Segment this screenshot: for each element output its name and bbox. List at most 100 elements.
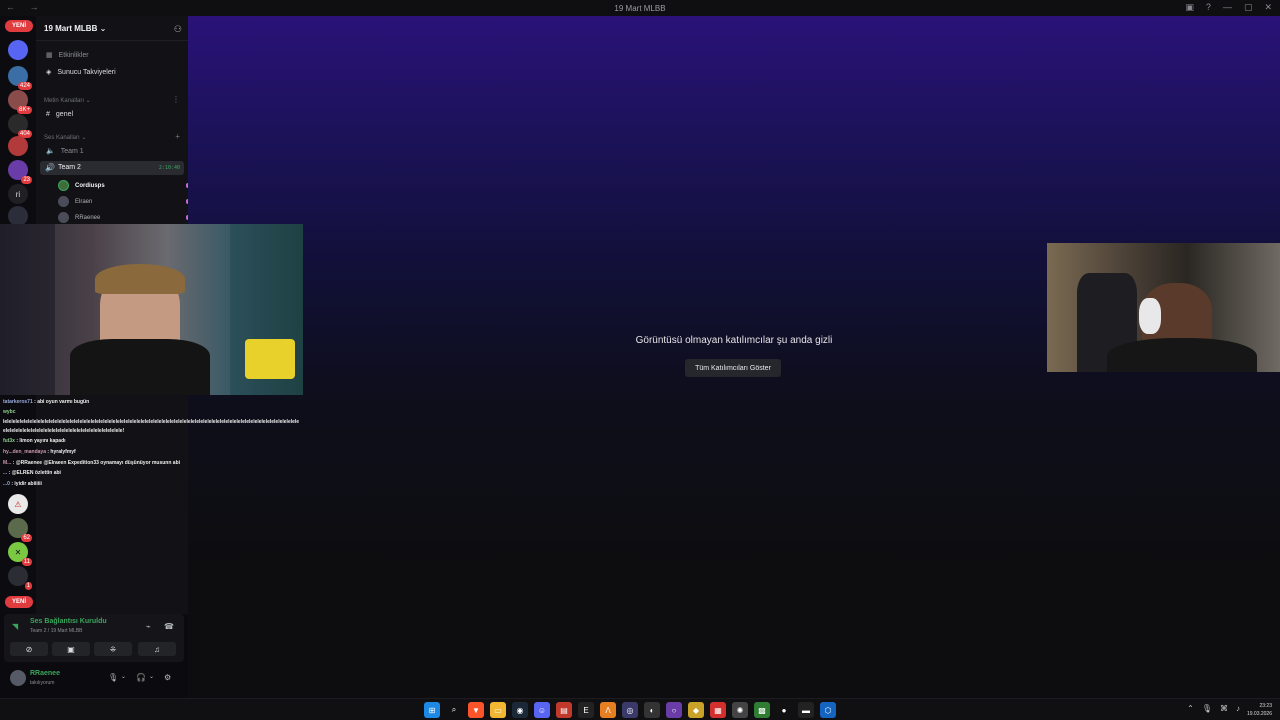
app-icon-2[interactable]: Λ xyxy=(600,702,616,718)
activities-icon: ⁜ xyxy=(109,644,117,654)
headphones-icon xyxy=(1139,298,1161,334)
voice-location: Team 2 / 19 Mart MLBB xyxy=(30,628,83,634)
window-titlebar: ← → 19 Mart MLBB ▣ ? — ▢ ✕ xyxy=(0,0,1280,16)
chat-message: ... : @ELREN özlettin abi xyxy=(3,470,61,476)
microphone-icon[interactable]: 🎙 xyxy=(108,673,118,682)
text-category[interactable]: Metin Kanalları ⌄ xyxy=(44,97,91,104)
avatar xyxy=(58,196,69,207)
invite-icon[interactable]: ⚇ xyxy=(174,24,182,35)
windows-taskbar: ⊞ ⌕ ▼ ▭ ◉ ☺ ▤ E Λ ◎ ◐ ○ ◆ ▦ ✺ ▩ ● ▬ ⬡ ⌃ … xyxy=(0,698,1280,720)
activities-button[interactable]: ⁜ xyxy=(94,642,132,656)
shelf-left xyxy=(0,224,55,395)
start-icon[interactable]: ⊞ xyxy=(424,702,440,718)
chat-message: elelelelelelelelelelelelelelelelelelelel… xyxy=(3,428,125,434)
settings-gear-icon[interactable]: ⚙ xyxy=(164,673,171,682)
system-tray: ⌃ 🎙 ⌘ ♪ xyxy=(1187,704,1240,713)
app-icon-1[interactable]: ▤ xyxy=(556,702,572,718)
voice-channel-team2[interactable]: 🔊 Team 2 2:10:40 xyxy=(40,161,184,175)
avatar[interactable] xyxy=(10,670,26,686)
app-icon-8[interactable]: ✺ xyxy=(732,702,748,718)
file-explorer-icon[interactable]: ▭ xyxy=(490,702,506,718)
app-icon-9[interactable]: ▩ xyxy=(754,702,770,718)
server-icon-2[interactable]: 424 xyxy=(8,66,32,90)
minimize-icon[interactable]: — xyxy=(1223,2,1232,13)
chevron-down-icon[interactable]: ⌄ xyxy=(149,673,154,680)
app-icon-12[interactable]: ⬡ xyxy=(820,702,836,718)
clock[interactable]: 23:23 19.03.2026 xyxy=(1247,702,1272,718)
new-badge: YENİ xyxy=(5,20,33,32)
voice-category[interactable]: Ses Kanalları ⌄ xyxy=(44,134,86,141)
calendar-icon: ▦ xyxy=(46,52,53,59)
username[interactable]: RRaenee xyxy=(30,670,60,677)
voice-status[interactable]: Ses Bağlantısı Kuruldu xyxy=(30,618,107,625)
streamer-hair xyxy=(95,264,185,294)
inbox-icon[interactable]: ▣ xyxy=(1185,2,1194,13)
signal-icon[interactable]: ◥ xyxy=(12,622,18,631)
app-icon-4[interactable]: ◐ xyxy=(644,702,660,718)
chevron-up-icon[interactable]: ⌃ xyxy=(1187,704,1194,713)
maximize-icon[interactable]: ▢ xyxy=(1244,2,1253,13)
user-status: takılıyorum xyxy=(30,680,55,686)
divider xyxy=(36,40,188,41)
streamer2-body xyxy=(1107,338,1257,372)
close-icon[interactable]: ✕ xyxy=(1264,2,1272,13)
app-icon-5[interactable]: ○ xyxy=(666,702,682,718)
search-icon[interactable]: ⌕ xyxy=(446,702,462,718)
app-icon-7[interactable]: ▦ xyxy=(710,702,726,718)
show-all-participants-button[interactable]: Tüm Katılımcıları Göster xyxy=(685,359,781,377)
channel-genel[interactable]: # genel xyxy=(46,111,73,118)
warning-server-icon[interactable]: ⚠ xyxy=(8,494,28,514)
network-icon[interactable]: ⌘ xyxy=(1220,704,1228,713)
server-icon-7[interactable] xyxy=(8,206,28,226)
server-icon-8[interactable]: 62 xyxy=(8,518,32,542)
chat-message: wybc xyxy=(3,409,16,415)
server-icon-5[interactable] xyxy=(8,136,28,156)
server-icon-10[interactable]: 1 xyxy=(8,566,32,590)
soundboard-icon: ♫ xyxy=(154,644,160,654)
add-text-channel-icon[interactable]: ⋮ xyxy=(172,95,180,104)
add-voice-channel-icon[interactable]: + xyxy=(175,132,180,141)
taskbar-apps: ⊞ ⌕ ▼ ▭ ◉ ☺ ▤ E Λ ◎ ◐ ○ ◆ ▦ ✺ ▩ ● ▬ ⬡ xyxy=(424,702,836,718)
epic-games-icon[interactable]: E xyxy=(578,702,594,718)
server-icon-1[interactable] xyxy=(8,40,28,60)
microphone-icon[interactable]: 🎙 xyxy=(1202,704,1212,713)
app-icon-6[interactable]: ◆ xyxy=(688,702,704,718)
headphones-icon[interactable]: 🎧 xyxy=(136,673,146,682)
avatar xyxy=(58,212,69,223)
camera-off-icon: ⊘ xyxy=(25,644,33,654)
brave-browser-icon[interactable]: ▼ xyxy=(468,702,484,718)
window-title: 19 Mart MLBB xyxy=(614,4,666,13)
yellow-device xyxy=(245,339,295,379)
app-icon-3[interactable]: ◎ xyxy=(622,702,638,718)
events-link[interactable]: ▦ Etkinlikler xyxy=(46,51,89,60)
server-name[interactable]: 19 Mart MLBB ⌄ xyxy=(44,24,106,33)
chevron-down-icon[interactable]: ⌄ xyxy=(121,673,126,680)
camera-toggle-button[interactable]: ⊘ xyxy=(10,642,48,656)
screen-share-button[interactable]: ▣ xyxy=(52,642,90,656)
help-icon[interactable]: ? xyxy=(1206,2,1211,13)
titlebar-icons: ▣ ? — ▢ ✕ xyxy=(1185,2,1272,13)
volume-icon[interactable]: ♪ xyxy=(1236,704,1240,713)
voice-channel-team1[interactable]: 🔈 Team 1 xyxy=(46,147,84,156)
chat-message: lelelelelelelelelelelelelelelelelelelele… xyxy=(3,419,300,425)
server-icon-6[interactable]: 23 xyxy=(8,160,32,184)
server-icon-9[interactable]: ✕ 11 xyxy=(8,542,32,566)
server-icon-4[interactable]: 404 xyxy=(8,114,32,138)
voice-connection-panel: ◥ Ses Bağlantısı Kuruldu Team 2 / 19 Mar… xyxy=(4,614,184,662)
boost-icon: ◈ xyxy=(46,69,52,76)
soundboard-button[interactable]: ♫ xyxy=(138,642,176,656)
steam-icon[interactable]: ◉ xyxy=(512,702,528,718)
app-icon-11[interactable]: ▬ xyxy=(798,702,814,718)
server-icon-ri[interactable]: ri xyxy=(8,184,28,204)
app-icon-10[interactable]: ● xyxy=(776,702,792,718)
voice-member[interactable]: Cordiusps xyxy=(58,180,192,191)
noise-suppression-icon[interactable]: ⌁ xyxy=(146,622,151,631)
discord-icon[interactable]: ☺ xyxy=(534,702,550,718)
avatar xyxy=(58,180,69,191)
voice-member[interactable]: RRaenee xyxy=(58,212,192,223)
boosts-link[interactable]: ◈ Sunucu Takviyeleri xyxy=(46,68,116,77)
disconnect-icon[interactable]: ☎ xyxy=(164,622,174,631)
voice-member[interactable]: Elraen xyxy=(58,196,192,207)
server-icon-3[interactable]: 8K+ xyxy=(8,90,32,114)
hash-icon: # xyxy=(46,111,50,118)
